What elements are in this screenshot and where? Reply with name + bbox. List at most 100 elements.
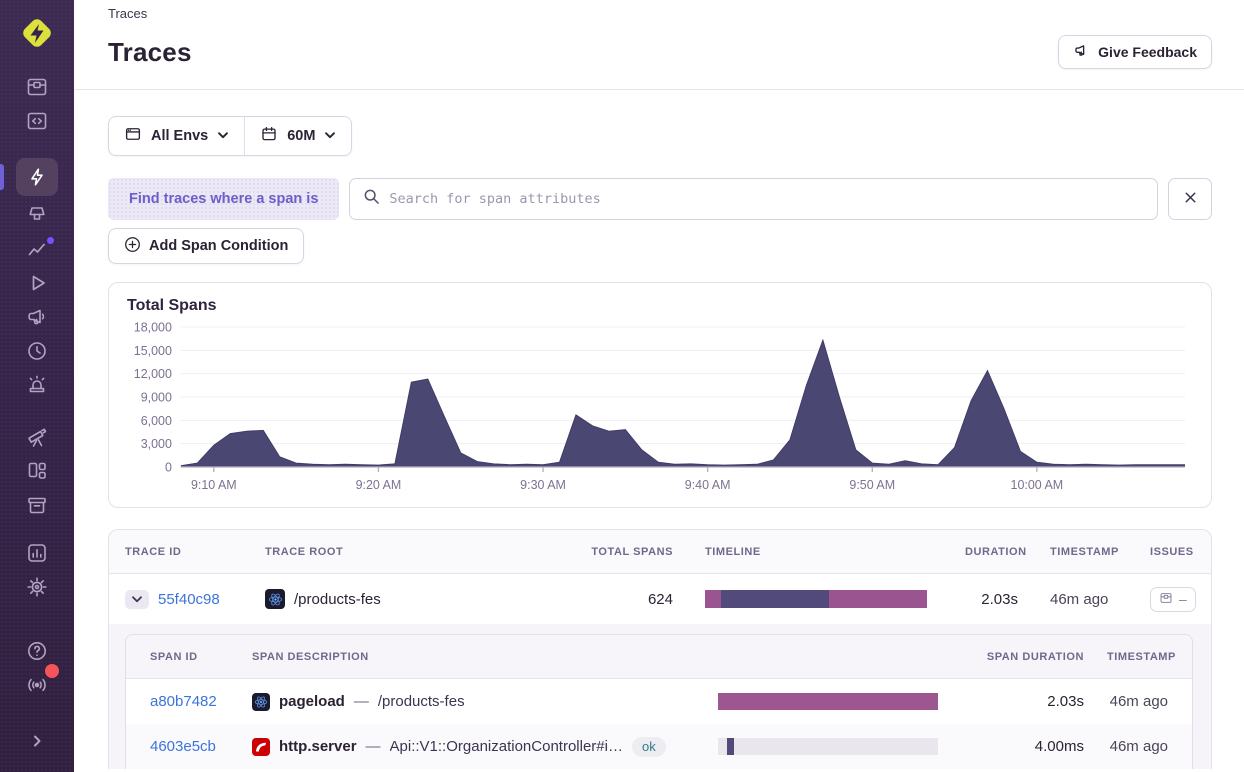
sidebar-item-stats[interactable] [17,536,57,570]
sidebar-collapse-button[interactable] [17,724,57,758]
add-span-condition-button[interactable]: Add Span Condition [108,228,304,264]
sidebar-item-traces[interactable] [16,158,58,196]
sidebar-item-dashboards[interactable] [17,454,57,488]
span-description: Api::V1::OrganizationController#i… [390,738,623,755]
sidebar-item-feedback[interactable] [17,300,57,334]
span-timestamp: 46m ago [1110,738,1168,755]
code-folder-icon [25,109,49,133]
page-filter-bar: All Envs 60M [108,116,352,156]
insights-notification-dot [45,235,56,246]
search-icon [363,188,380,210]
trace-expanded-panel: SPAN ID SPAN DESCRIPTION SPAN DURATION T… [108,624,1212,769]
sidebar-item-alerts[interactable] [17,368,57,402]
trace-root-name: /products-fes [294,591,381,608]
sidebar-item-settings[interactable] [17,570,57,604]
play-icon [25,271,49,295]
col-timeline: TIMELINE [689,546,949,558]
svg-text:6,000: 6,000 [141,414,172,428]
time-range-filter[interactable]: 60M [245,117,351,155]
issues-icon [25,75,49,99]
sidebar-item-projects[interactable] [17,104,57,138]
sentry-logo-icon[interactable] [16,12,58,54]
trace-expand-toggle[interactable] [125,590,149,609]
span-status-badge: ok [632,737,666,757]
page-title: Traces [108,37,192,68]
svg-text:10:00 AM: 10:00 AM [1011,478,1064,492]
close-icon [1182,189,1199,209]
span-id-link[interactable]: a80b7482 [150,693,217,710]
clear-query-button[interactable] [1168,178,1212,220]
col-duration: DURATION [949,546,1034,558]
window-icon [124,125,142,147]
chevron-right-icon [28,732,46,750]
col-span-id: SPAN ID [126,651,236,663]
calendar-icon [260,125,278,147]
environment-filter[interactable]: All Envs [109,117,244,155]
col-span-duration: SPAN DURATION [941,651,1091,663]
sidebar-item-issues[interactable] [17,70,57,104]
svg-text:9:10 AM: 9:10 AM [191,478,237,492]
trace-id-link[interactable]: 55f40c98 [158,591,220,608]
col-span-timestamp: TIMESTAMP [1091,651,1192,663]
col-timestamp: TIMESTAMP [1034,546,1134,558]
traces-table: TRACE ID TRACE ROOT TOTAL SPANS TIMELINE… [108,529,1212,769]
col-issues: ISSUES [1134,546,1211,558]
megaphone-icon [25,305,49,329]
chevron-down-icon [217,128,229,144]
sidebar-item-history[interactable] [17,334,57,368]
svg-text:9,000: 9,000 [141,390,172,404]
svg-text:9:50 AM: 9:50 AM [849,478,895,492]
total-spans-value: 624 [529,591,689,608]
app-window: Traces Traces Give Feedback All Envs [0,0,1244,772]
whats-new-notification-dot [45,664,59,678]
issues-count-pill[interactable]: – [1150,587,1196,612]
query-where-label: Find traces where a span is [108,178,339,220]
spotlight-icon [25,203,49,227]
react-platform-icon [252,693,270,711]
trace-timeline-bar [705,590,927,608]
help-icon [25,639,49,663]
span-duration: 2.03s [941,693,1091,710]
sidebar-item-help[interactable] [17,634,57,668]
span-op: http.server [279,738,357,755]
span-op: pageload [279,693,345,710]
span-duration-bar [718,693,938,710]
chart-title: Total Spans [127,297,1191,315]
plus-circle-icon [124,236,141,257]
sidebar-item-releases[interactable] [17,488,57,522]
rails-platform-icon [252,738,270,756]
span-id-link[interactable]: 4603e5cb [150,738,216,755]
svg-text:9:20 AM: 9:20 AM [356,478,402,492]
svg-text:9:40 AM: 9:40 AM [685,478,731,492]
span-search-box [349,178,1158,220]
total-spans-chart-panel: Total Spans 03,0006,0009,00012,00015,000… [108,282,1212,508]
breadcrumb[interactable]: Traces [108,5,1212,22]
col-trace-id: TRACE ID [109,546,249,558]
react-platform-icon [265,589,285,609]
main-content: Traces Traces Give Feedback All Envs [74,0,1244,772]
sidebar-item-discover[interactable] [17,420,57,454]
chevron-down-icon [324,128,336,144]
search-input[interactable] [389,191,1144,207]
give-feedback-button[interactable]: Give Feedback [1058,35,1212,69]
spans-table-header: SPAN ID SPAN DESCRIPTION SPAN DURATION T… [126,635,1192,679]
span-duration-bar [718,738,938,755]
sidebar-item-insights[interactable] [17,232,57,266]
sidebar-item-whats-new[interactable] [17,668,57,702]
col-trace-root: TRACE ROOT [249,546,529,558]
sidebar-nav [0,70,74,764]
span-row: 4603e5cb http.server — Api::V1::Organiza… [126,724,1192,769]
lightning-icon [26,166,48,188]
content-area: All Envs 60M Find traces where a span is [74,90,1244,772]
broadcast-icon [25,673,49,697]
svg-text:12,000: 12,000 [134,367,172,381]
svg-text:3,000: 3,000 [141,437,172,451]
siren-icon [25,373,49,397]
trace-row: 55f40c98 /products-fes 624 2.03s 46m ago… [109,574,1211,624]
sidebar-item-profiling[interactable] [17,198,57,232]
span-timestamp: 46m ago [1110,693,1168,710]
svg-text:9:30 AM: 9:30 AM [520,478,566,492]
page-header: Traces Traces Give Feedback [74,0,1244,90]
sidebar-item-replays[interactable] [17,266,57,300]
span-description: /products-fes [378,693,465,710]
